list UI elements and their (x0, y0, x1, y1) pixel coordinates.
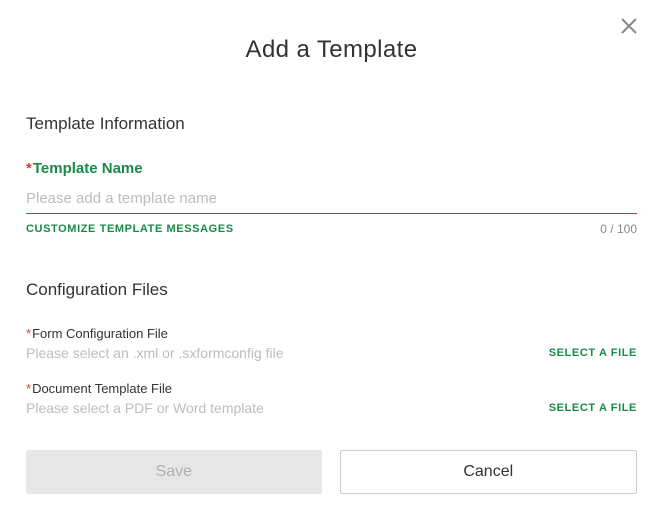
doc-template-select-button[interactable]: SELECT A FILE (549, 402, 637, 414)
customize-messages-link[interactable]: CUSTOMIZE TEMPLATE MESSAGES (26, 223, 234, 235)
doc-template-label: *Document Template File (26, 381, 637, 396)
template-info-heading: Template Information (26, 114, 637, 134)
required-indicator: * (26, 381, 31, 396)
doc-template-label-text: Document Template File (32, 381, 172, 396)
dialog-title: Add a Template (26, 36, 637, 64)
doc-template-field: *Document Template File Please select a … (26, 381, 637, 416)
close-icon (621, 18, 637, 34)
form-config-label-text: Form Configuration File (32, 326, 168, 341)
config-files-heading: Configuration Files (26, 280, 637, 300)
cancel-button[interactable]: Cancel (340, 450, 638, 494)
configuration-files-section: Configuration Files *Form Configuration … (26, 280, 637, 416)
form-config-select-button[interactable]: SELECT A FILE (549, 347, 637, 359)
required-indicator: * (26, 326, 31, 341)
required-indicator: * (26, 160, 32, 177)
save-button[interactable]: Save (26, 450, 322, 494)
form-config-placeholder: Please select an .xml or .sxformconfig f… (26, 345, 284, 361)
form-config-field: *Form Configuration File Please select a… (26, 326, 637, 361)
template-name-label-text: Template Name (33, 160, 143, 177)
template-info-section: Template Information *Template Name CUST… (26, 114, 637, 236)
close-button[interactable] (621, 18, 637, 34)
add-template-dialog: Add a Template Template Information *Tem… (0, 0, 663, 494)
form-config-label: *Form Configuration File (26, 326, 637, 341)
template-name-label: *Template Name (26, 160, 143, 177)
doc-template-placeholder: Please select a PDF or Word template (26, 400, 264, 416)
dialog-footer: Save Cancel (26, 450, 637, 494)
template-name-input[interactable] (26, 182, 637, 214)
template-name-field: *Template Name CUSTOMIZE TEMPLATE MESSAG… (26, 160, 637, 236)
name-char-counter: 0 / 100 (600, 222, 637, 236)
